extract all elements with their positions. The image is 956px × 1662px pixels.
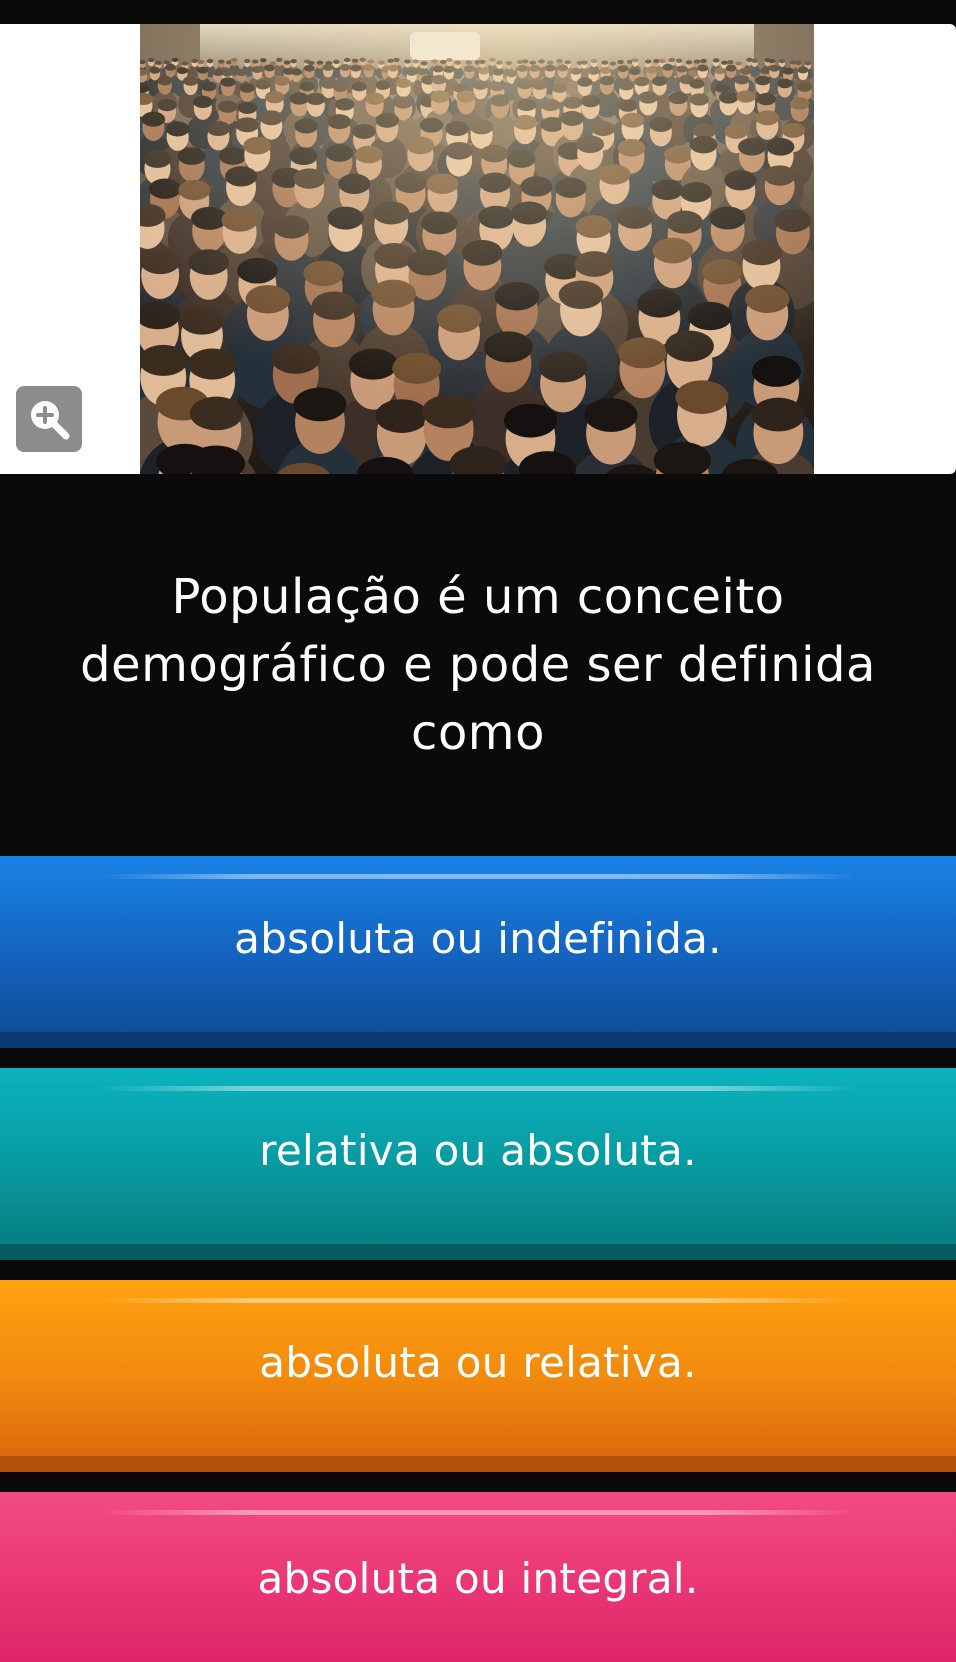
question-text: População é um conceito demográfico e po… <box>80 569 876 761</box>
option-highlight <box>100 1298 856 1303</box>
top-bar <box>0 0 956 24</box>
question-image[interactable] <box>140 24 814 474</box>
zoom-button[interactable] <box>16 386 82 452</box>
option-highlight <box>100 1510 856 1515</box>
answer-option-2[interactable]: relativa ou absoluta. <box>0 1068 956 1260</box>
option-highlight <box>100 1086 856 1091</box>
question-panel: População é um conceito demográfico e po… <box>0 474 956 856</box>
option-highlight <box>100 874 856 879</box>
answer-option-3[interactable]: absoluta ou relativa. <box>0 1280 956 1472</box>
answer-option-label: absoluta ou integral. <box>257 1554 699 1603</box>
answer-option-label: absoluta ou indefinida. <box>234 914 722 963</box>
answer-option-4[interactable]: absoluta ou integral. <box>0 1492 956 1662</box>
answer-option-1[interactable]: absoluta ou indefinida. <box>0 856 956 1048</box>
answer-option-label: absoluta ou relativa. <box>259 1338 697 1387</box>
answer-option-label: relativa ou absoluta. <box>259 1126 697 1175</box>
zoom-in-icon <box>31 401 70 440</box>
question-media-card <box>0 24 956 474</box>
